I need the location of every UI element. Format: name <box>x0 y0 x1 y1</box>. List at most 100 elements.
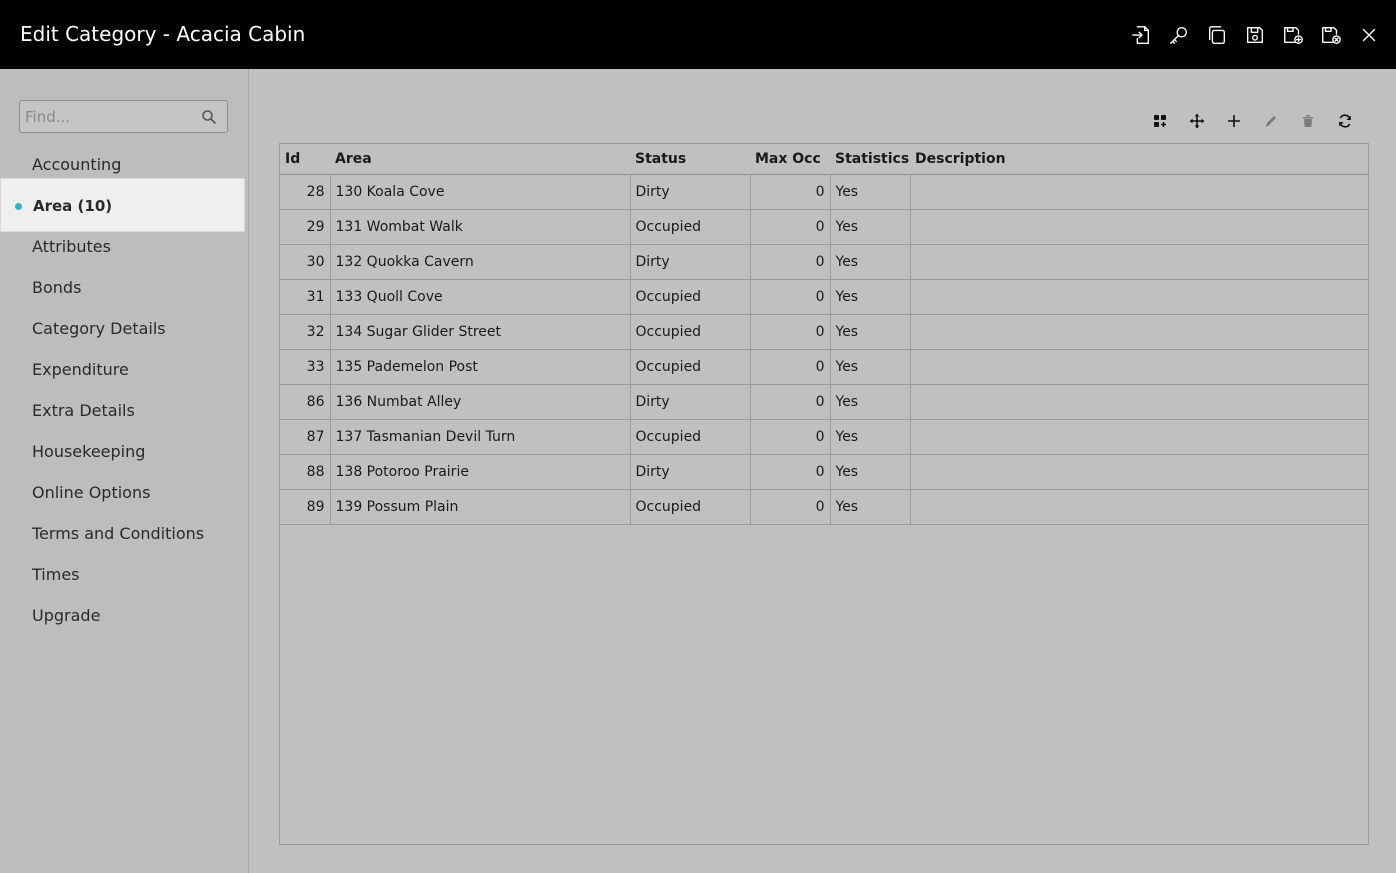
cell-area: 134 Sugar Glider Street <box>330 314 631 350</box>
move-button[interactable] <box>1183 109 1211 133</box>
cell-area: 133 Quoll Cove <box>330 279 631 315</box>
cell-description <box>910 489 1369 525</box>
refresh-icon <box>1339 114 1351 128</box>
cell-description <box>910 244 1369 280</box>
sidebar-item-online-options[interactable]: Online Options <box>0 472 249 513</box>
key-icon <box>1170 26 1188 44</box>
grid-add-icon <box>1154 115 1166 127</box>
table-row[interactable]: 86 136 Numbat Alley Dirty 0 Yes <box>280 384 1369 420</box>
column-header-description[interactable]: Description <box>910 144 1368 175</box>
sidebar-item-upgrade[interactable]: Upgrade <box>0 595 249 636</box>
sidebar-item-attributes[interactable]: Attributes <box>0 226 249 267</box>
cell-area: 131 Wombat Walk <box>330 209 631 245</box>
cell-id: 32 <box>280 314 331 350</box>
export-button[interactable] <box>1128 22 1154 48</box>
cell-statistics: Yes <box>830 489 911 525</box>
table-header-row: Id Area Status Max Occ Statistics Descri… <box>280 144 1368 175</box>
sidebar-item-label: Bonds <box>32 278 82 297</box>
key-button[interactable] <box>1166 22 1192 48</box>
cell-area: 138 Potoroo Prairie <box>330 454 631 490</box>
sidebar-nav: Accounting Area (10) Attributes Bonds Ca… <box>0 144 249 636</box>
search-icon[interactable] <box>201 109 217 125</box>
sidebar-item-expenditure[interactable]: Expenditure <box>0 349 249 390</box>
column-header-max-occ[interactable]: Max Occ <box>750 144 830 175</box>
cell-max-occ: 0 <box>750 314 831 350</box>
save-add-button[interactable] <box>1280 22 1306 48</box>
column-header-id[interactable]: Id <box>280 144 330 175</box>
cell-max-occ: 0 <box>750 244 831 280</box>
cell-status: Occupied <box>630 349 751 385</box>
grid-add-button[interactable] <box>1146 109 1174 133</box>
plus-icon <box>1228 115 1240 127</box>
cell-description <box>910 419 1369 455</box>
search-input[interactable] <box>25 105 195 129</box>
sidebar-item-housekeeping[interactable]: Housekeeping <box>0 431 249 472</box>
sidebar-item-area[interactable]: Area (10) <box>0 178 245 232</box>
table-row[interactable]: 33 135 Pademelon Post Occupied 0 Yes <box>280 349 1369 385</box>
refresh-button[interactable] <box>1331 109 1359 133</box>
window-title: Edit Category - Acacia Cabin <box>20 22 306 46</box>
table-row[interactable]: 28 130 Koala Cove Dirty 0 Yes <box>280 174 1369 210</box>
cell-statistics: Yes <box>830 174 911 210</box>
cell-statistics: Yes <box>830 384 911 420</box>
save-close-button[interactable] <box>1318 22 1344 48</box>
sidebar-item-extra-details[interactable]: Extra Details <box>0 390 249 431</box>
cell-statistics: Yes <box>830 244 911 280</box>
table-row[interactable]: 30 132 Quokka Cavern Dirty 0 Yes <box>280 244 1369 280</box>
sidebar-item-label: Category Details <box>32 319 166 338</box>
cell-description <box>910 174 1369 210</box>
cell-area: 139 Possum Plain <box>330 489 631 525</box>
table-row[interactable]: 29 131 Wombat Walk Occupied 0 Yes <box>280 209 1369 245</box>
sidebar-item-category-details[interactable]: Category Details <box>0 308 249 349</box>
cell-status: Occupied <box>630 209 751 245</box>
copy-icon <box>1208 26 1226 44</box>
column-header-statistics[interactable]: Statistics <box>830 144 910 175</box>
cell-description <box>910 349 1369 385</box>
table-row[interactable]: 88 138 Potoroo Prairie Dirty 0 Yes <box>280 454 1369 490</box>
cell-area: 130 Koala Cove <box>330 174 631 210</box>
add-button[interactable] <box>1220 109 1248 133</box>
edit-button[interactable] <box>1257 109 1285 133</box>
grid-toolbar <box>1146 109 1368 133</box>
cell-status: Occupied <box>630 419 751 455</box>
cell-description <box>910 384 1369 420</box>
edit-icon <box>1265 116 1276 127</box>
table-row[interactable]: 32 134 Sugar Glider Street Occupied 0 Ye… <box>280 314 1369 350</box>
cell-statistics: Yes <box>830 279 911 315</box>
sidebar-item-label: Accounting <box>32 155 122 174</box>
active-indicator-dot <box>15 203 22 210</box>
cell-statistics: Yes <box>830 419 911 455</box>
title-bar: Edit Category - Acacia Cabin <box>0 0 1396 69</box>
cell-status: Dirty <box>630 384 751 420</box>
sidebar-item-times[interactable]: Times <box>0 554 249 595</box>
sidebar-item-label: Expenditure <box>32 360 129 379</box>
table-row[interactable]: 87 137 Tasmanian Devil Turn Occupied 0 Y… <box>280 419 1369 455</box>
cell-area: 135 Pademelon Post <box>330 349 631 385</box>
sidebar-item-terms-and-conditions[interactable]: Terms and Conditions <box>0 513 249 554</box>
cell-description <box>910 454 1369 490</box>
close-button[interactable] <box>1356 22 1382 48</box>
column-header-status[interactable]: Status <box>630 144 750 175</box>
cell-id: 29 <box>280 209 331 245</box>
save-button[interactable] <box>1242 22 1268 48</box>
area-grid: Id Area Status Max Occ Statistics Descri… <box>279 143 1369 845</box>
cell-max-occ: 0 <box>750 349 831 385</box>
copy-button[interactable] <box>1204 22 1230 48</box>
sidebar-item-label: Upgrade <box>32 606 101 625</box>
cell-id: 87 <box>280 419 331 455</box>
cell-statistics: Yes <box>830 314 911 350</box>
delete-button[interactable] <box>1294 109 1322 133</box>
cell-max-occ: 0 <box>750 384 831 420</box>
move-icon <box>1190 114 1204 128</box>
table-row[interactable]: 89 139 Possum Plain Occupied 0 Yes <box>280 489 1369 525</box>
sidebar-item-label: Housekeeping <box>32 442 146 461</box>
table-row[interactable]: 31 133 Quoll Cove Occupied 0 Yes <box>280 279 1369 315</box>
cell-description <box>910 209 1369 245</box>
sidebar-item-bonds[interactable]: Bonds <box>0 267 249 308</box>
column-header-area[interactable]: Area <box>330 144 630 175</box>
save-icon <box>1246 26 1264 44</box>
cell-id: 28 <box>280 174 331 210</box>
save-close-icon <box>1322 26 1341 44</box>
cell-statistics: Yes <box>830 454 911 490</box>
sidebar-item-label: Online Options <box>32 483 151 502</box>
